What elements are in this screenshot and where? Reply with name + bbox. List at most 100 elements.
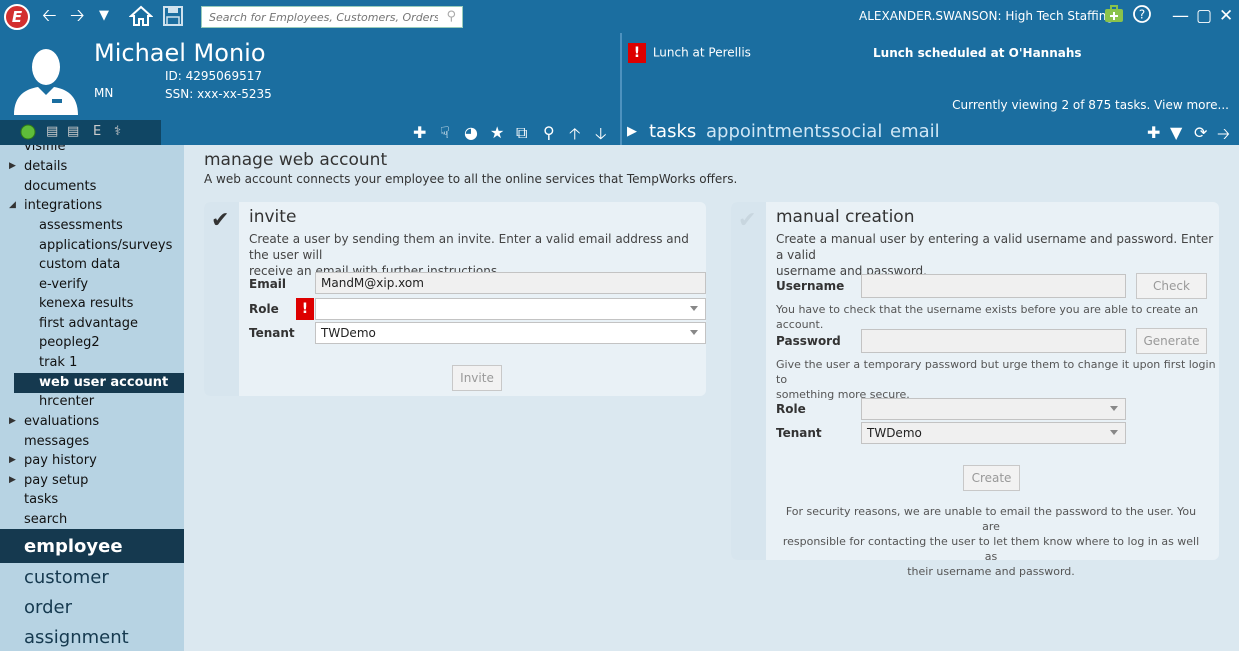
- tab-social[interactable]: social: [831, 121, 882, 142]
- save-icon[interactable]: [162, 5, 184, 33]
- top-bar: E 🡠 🡢 ▼ ⚲ ALEXANDER.SWANSON: High Tech S…: [0, 0, 1239, 33]
- view-more-link[interactable]: Currently viewing 2 of 875 tasks. View m…: [952, 98, 1229, 112]
- sidebar-item-integrations[interactable]: integrations: [24, 198, 102, 213]
- help-icon[interactable]: ?: [1133, 5, 1151, 29]
- everify-status[interactable]: E: [93, 124, 101, 139]
- role-select[interactable]: [315, 298, 706, 320]
- tab-tasks[interactable]: tasks: [649, 121, 696, 142]
- invite-panel: ✔ invite Create a user by sending them a…: [204, 202, 706, 396]
- search-icon[interactable]: ⚲: [446, 9, 456, 24]
- tenant-label: Tenant: [249, 326, 295, 340]
- sidebar: visifile ▶ details documents ◢ integrati…: [0, 145, 184, 651]
- pie-chart-icon[interactable]: ◕: [464, 123, 478, 142]
- nav-assignment[interactable]: assignment: [24, 627, 129, 648]
- sidebar-item-details[interactable]: details: [24, 159, 67, 174]
- global-search[interactable]: ⚲: [201, 6, 463, 28]
- security-note-line: For security reasons, we are unable to e…: [785, 505, 1197, 533]
- filter-icon[interactable]: ▼: [1170, 123, 1182, 142]
- task-item-label: Lunch at Perellis: [652, 45, 751, 60]
- employee-ssn: SSN: xxx-xx-5235: [165, 87, 272, 101]
- sidebar-item-hrcenter[interactable]: hrcenter: [39, 394, 94, 409]
- first-aid-kit-icon[interactable]: [1104, 5, 1124, 29]
- tab-email[interactable]: email: [890, 121, 940, 142]
- nav-customer[interactable]: customer: [24, 567, 109, 588]
- expand-arrow-icon[interactable]: ▶: [9, 416, 16, 426]
- maximize-icon[interactable]: ▢: [1196, 5, 1212, 27]
- sidebar-item-trak1[interactable]: trak 1: [39, 355, 77, 370]
- invite-button[interactable]: Invite: [452, 365, 502, 391]
- back-arrow-icon[interactable]: 🡠: [42, 5, 57, 27]
- task-item[interactable]: Lunch scheduled at O'Hannahs: [873, 46, 1082, 60]
- sidebar-item-first-advantage[interactable]: first advantage: [39, 316, 138, 331]
- tenant-select[interactable]: TWDemo: [861, 422, 1126, 444]
- sidebar-item-custom-data[interactable]: custom data: [39, 257, 120, 272]
- password-field[interactable]: [861, 329, 1126, 353]
- card-icon[interactable]: ▤: [67, 124, 79, 139]
- sidebar-item-messages[interactable]: messages: [24, 434, 89, 449]
- sidebar-item-label: web user account: [39, 375, 169, 390]
- chevron-down-icon: [1110, 406, 1118, 411]
- sidebar-item-pay-history[interactable]: pay history: [24, 453, 97, 468]
- record-header: Michael Monio ID: 4295069517 MN SSN: xxx…: [0, 33, 1239, 145]
- nav-order[interactable]: order: [24, 597, 72, 618]
- sidebar-item-kenexa[interactable]: kenexa results: [39, 296, 133, 311]
- security-note-line: their username and password.: [907, 565, 1075, 578]
- role-select[interactable]: [861, 398, 1126, 420]
- global-search-input[interactable]: [202, 7, 438, 27]
- play-icon[interactable]: ▶: [627, 124, 637, 139]
- search-icon[interactable]: ⚲: [543, 123, 555, 142]
- sidebar-item-visifile[interactable]: visifile: [24, 145, 66, 154]
- sidebar-item-assessments[interactable]: assessments: [39, 218, 123, 233]
- panel-gutter: [731, 202, 766, 560]
- home-icon[interactable]: [128, 5, 154, 33]
- main-content: manage web account A web account connect…: [184, 145, 1239, 651]
- email-field[interactable]: MandM@xip.xom: [315, 272, 706, 294]
- expand-arrow-icon[interactable]: ▶: [9, 161, 16, 171]
- tenant-select[interactable]: TWDemo: [315, 322, 706, 344]
- medical-icon[interactable]: ⚕: [114, 124, 121, 139]
- add-icon[interactable]: ✚: [413, 123, 426, 142]
- sidebar-item-e-verify[interactable]: e-verify: [39, 277, 88, 292]
- manual-description-line: Create a manual user by entering a valid…: [776, 232, 1214, 262]
- tenant-label: Tenant: [776, 426, 822, 440]
- favorite-star-icon[interactable]: ★: [490, 123, 504, 142]
- sidebar-item-search[interactable]: search: [24, 512, 67, 527]
- minimize-icon[interactable]: —: [1172, 5, 1189, 27]
- checkmark-icon: ✔: [211, 208, 230, 233]
- password-hint: Give the user a temporary password but u…: [776, 357, 1219, 402]
- history-dropdown-icon[interactable]: ▼: [99, 5, 109, 27]
- sidebar-item-peopleg2[interactable]: peopleg2: [39, 335, 100, 350]
- chevron-down-icon: [690, 306, 698, 311]
- expand-arrow-icon[interactable]: ▶: [9, 475, 16, 485]
- add-icon[interactable]: ✚: [1147, 123, 1160, 142]
- sidebar-item-web-user-account[interactable]: web user account: [14, 373, 184, 393]
- forward-arrow-icon[interactable]: 🡢: [70, 5, 85, 27]
- collapse-arrow-icon[interactable]: ◢: [9, 200, 16, 210]
- tab-appointments[interactable]: appointments: [706, 121, 831, 142]
- sidebar-item-applications[interactable]: applications/surveys: [39, 238, 172, 253]
- pointer-icon[interactable]: ☟: [440, 123, 450, 142]
- sidebar-item-documents[interactable]: documents: [24, 179, 96, 194]
- document-icon[interactable]: ▤: [46, 124, 58, 139]
- sidebar-item-tasks[interactable]: tasks: [24, 492, 58, 507]
- expand-arrow-icon[interactable]: ▶: [9, 455, 16, 465]
- close-icon[interactable]: ✕: [1219, 5, 1233, 27]
- app-logo[interactable]: E: [4, 4, 30, 30]
- create-button[interactable]: Create: [963, 465, 1020, 491]
- sidebar-item-pay-setup[interactable]: pay setup: [24, 473, 88, 488]
- sidebar-item-evaluations[interactable]: evaluations: [24, 414, 99, 429]
- generate-button[interactable]: Generate: [1136, 328, 1207, 354]
- role-label: Role: [249, 302, 279, 316]
- security-note-line: responsible for contacting the user to l…: [782, 535, 1200, 563]
- manual-title: manual creation: [776, 207, 915, 227]
- task-item[interactable]: ! Lunch at Perellis: [628, 43, 751, 63]
- svg-text:?: ?: [1139, 8, 1145, 22]
- check-button[interactable]: Check: [1136, 273, 1207, 299]
- refresh-icon[interactable]: ⟳: [1194, 123, 1207, 142]
- page-title: manage web account: [204, 150, 388, 170]
- username-field[interactable]: [861, 274, 1126, 298]
- nav-employee[interactable]: employee: [0, 529, 184, 563]
- alert-icon: !: [628, 43, 646, 63]
- active-status-icon: [20, 124, 36, 144]
- external-link-icon[interactable]: ⧉: [516, 123, 527, 143]
